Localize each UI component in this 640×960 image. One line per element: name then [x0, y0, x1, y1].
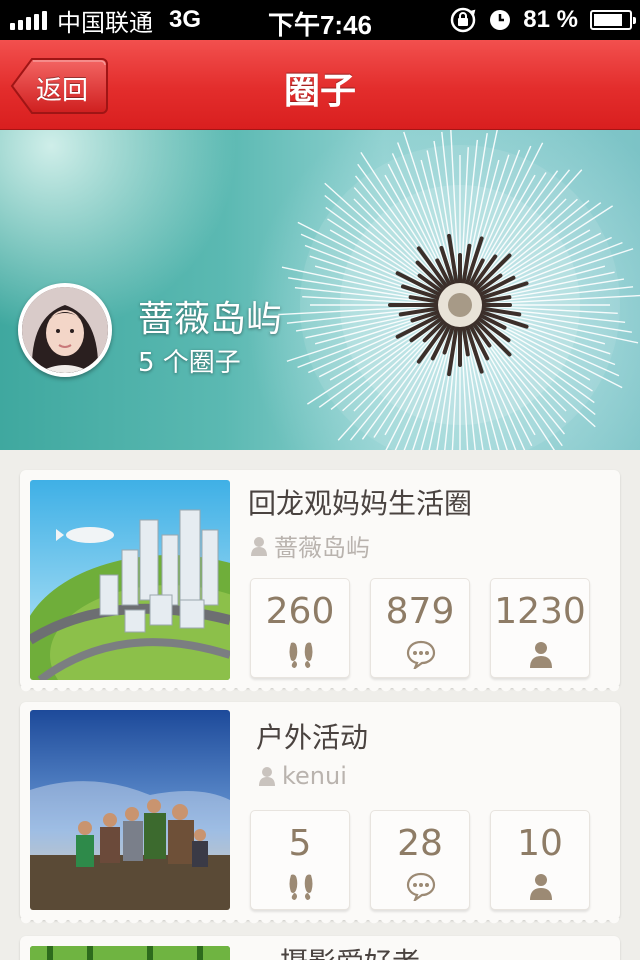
footprints-count: 260 — [265, 591, 335, 632]
circle-count: 5 个圈子 — [138, 348, 241, 378]
circle-thumbnail — [30, 710, 230, 910]
footprints-icon — [289, 874, 313, 900]
members-stat[interactable]: 1230 — [490, 578, 590, 678]
avatar-portrait — [22, 287, 108, 373]
members-stat[interactable]: 10 — [490, 810, 590, 910]
footprints-count: 5 — [288, 823, 312, 864]
profile-name: 蔷薇岛屿 — [138, 299, 283, 340]
circle-card[interactable]: 回龙观妈妈生活圈 蔷薇岛屿 260 879 1230 — [20, 470, 620, 694]
circle-thumbnail — [30, 480, 230, 680]
person-icon — [530, 642, 552, 668]
person-icon — [259, 767, 275, 786]
profile-banner: 蔷薇岛屿 5 个圈子 — [0, 130, 640, 450]
comments-stat[interactable]: 28 — [370, 810, 470, 910]
navigation-bar: 返回 圈子 — [0, 40, 640, 130]
circle-stats: 5 28 10 — [250, 810, 590, 910]
person-icon — [530, 874, 552, 900]
circle-card[interactable]: 摄影爱好者 — [20, 936, 620, 960]
members-count: 1230 — [494, 591, 586, 632]
battery-icon — [590, 10, 636, 30]
circle-owner: 蔷薇岛屿 — [250, 528, 370, 563]
circle-owner: kenui — [258, 762, 347, 790]
comments-count: 879 — [385, 591, 455, 632]
speech-bubble-icon — [406, 872, 436, 901]
profile-avatar[interactable] — [18, 283, 112, 377]
circle-thumbnail — [30, 946, 230, 960]
city-globe-image — [30, 480, 230, 680]
members-count: 10 — [517, 823, 563, 864]
alarm-clock-icon — [490, 10, 511, 30]
circle-title: 摄影爱好者 — [280, 941, 420, 960]
rotation-lock-icon — [451, 7, 476, 33]
speech-bubble-icon — [406, 640, 436, 669]
person-icon — [251, 536, 267, 556]
owner-name: 蔷薇岛屿 — [274, 534, 370, 562]
footprints-stat[interactable]: 5 — [250, 810, 350, 910]
battery-level — [594, 14, 622, 26]
circle-title: 回龙观妈妈生活圈 — [248, 487, 473, 520]
circle-stats: 260 879 1230 — [250, 578, 590, 678]
comments-stat[interactable]: 879 — [370, 578, 470, 678]
outdoor-group-photo — [30, 710, 230, 910]
footprints-stat[interactable]: 260 — [250, 578, 350, 678]
page-title: 圈子 — [283, 71, 356, 112]
circle-title: 户外活动 — [256, 721, 369, 754]
battery-percentage: 81 % — [523, 6, 578, 33]
owner-name: kenui — [282, 762, 347, 790]
status-bar: 中国联通 3G 下午7:46 81 % — [0, 0, 640, 40]
comments-count: 28 — [397, 823, 443, 864]
circle-card[interactable]: 户外活动 kenui 5 28 10 — [20, 702, 620, 926]
green-photo-thumbnail — [30, 946, 230, 960]
footprints-icon — [289, 642, 313, 668]
